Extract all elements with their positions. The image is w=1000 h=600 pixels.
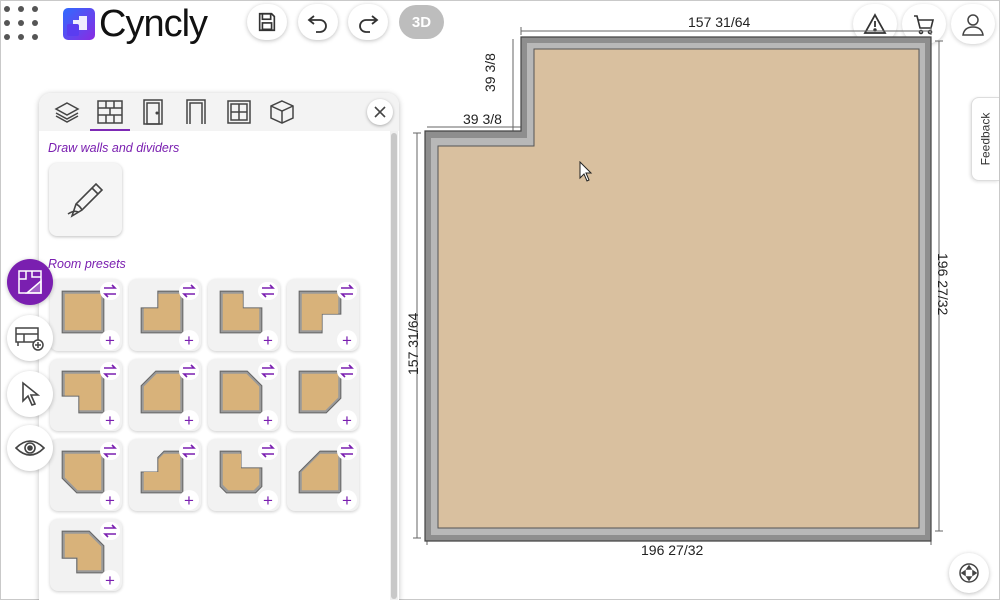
walls-panel: Draw walls and dividers Room presets + + +… xyxy=(39,93,399,600)
swap-icon[interactable] xyxy=(337,282,357,300)
panel-scrollbar[interactable] xyxy=(390,131,398,600)
brand-logo: Cyncly xyxy=(63,2,208,45)
undo-button[interactable] xyxy=(298,4,338,40)
swap-icon[interactable] xyxy=(179,362,199,380)
brand-name: Cyncly xyxy=(99,2,208,45)
recenter-view-button[interactable] xyxy=(949,553,989,593)
apps-grid-icon[interactable] xyxy=(1,3,41,43)
dim-label-right: 196 27/32 xyxy=(935,253,951,316)
add-preset-icon[interactable]: + xyxy=(100,570,120,590)
add-preset-icon[interactable]: + xyxy=(258,490,278,510)
floor-plan-icon xyxy=(18,270,42,294)
layers-icon xyxy=(54,102,80,123)
room-preset-tile[interactable]: + xyxy=(287,359,359,431)
room-preset-tile[interactable]: + xyxy=(208,359,280,431)
redo-icon xyxy=(359,15,379,33)
add-preset-icon[interactable]: + xyxy=(179,490,199,510)
room-preset-tile[interactable]: + xyxy=(287,439,359,511)
select-tool-button[interactable] xyxy=(7,371,53,417)
swap-icon[interactable] xyxy=(100,362,120,380)
draw-walls-button[interactable] xyxy=(49,163,122,236)
furniture-add-icon xyxy=(15,327,44,351)
draw-walls-title: Draw walls and dividers xyxy=(48,141,180,155)
swap-icon[interactable] xyxy=(100,282,120,300)
room-preset-tile[interactable]: + xyxy=(129,359,201,431)
tab-doors[interactable] xyxy=(137,97,169,127)
room-preset-tile[interactable]: + xyxy=(208,279,280,351)
add-preset-icon[interactable]: + xyxy=(100,410,120,430)
floor-plan-tool-button[interactable] xyxy=(7,259,53,305)
add-preset-icon[interactable]: + xyxy=(258,410,278,430)
room-preset-tile[interactable]: + xyxy=(50,279,122,351)
tab-layers[interactable] xyxy=(51,97,83,127)
dim-label-left: 157 31/64 xyxy=(405,312,421,375)
select-cursor-icon xyxy=(22,381,40,406)
tab-openings[interactable] xyxy=(180,97,212,127)
swap-icon[interactable] xyxy=(100,442,120,460)
room-preset-tile[interactable]: + xyxy=(129,439,201,511)
app-window: Cyncly 3D Feedback 157 31/64 39 3/8 39 3… xyxy=(0,0,1000,600)
swap-icon[interactable] xyxy=(179,442,199,460)
brick-wall-icon xyxy=(97,100,123,124)
panel-close-button[interactable] xyxy=(367,99,393,125)
room-preset-tile[interactable]: + xyxy=(208,439,280,511)
add-preset-icon[interactable]: + xyxy=(337,490,357,510)
visibility-eye-icon xyxy=(15,440,45,456)
close-icon xyxy=(374,106,386,118)
panel-tab-bar xyxy=(39,93,399,131)
swap-icon[interactable] xyxy=(258,362,278,380)
add-preset-icon[interactable]: + xyxy=(258,330,278,350)
save-icon xyxy=(258,12,276,32)
swap-icon[interactable] xyxy=(179,282,199,300)
doorway-icon xyxy=(186,99,206,124)
redo-button[interactable] xyxy=(348,4,388,40)
recenter-icon xyxy=(959,563,979,583)
add-preset-icon[interactable]: + xyxy=(100,330,120,350)
undo-icon xyxy=(307,15,327,33)
furniture-tool-button[interactable] xyxy=(7,315,53,361)
door-icon xyxy=(143,99,163,125)
tab-walls[interactable] xyxy=(90,97,130,131)
swap-icon[interactable] xyxy=(100,522,120,540)
room-preset-tile[interactable]: + xyxy=(50,439,122,511)
floor-plan-canvas[interactable]: 157 31/64 39 3/8 39 3/8 157 31/64 196 27… xyxy=(401,1,976,600)
add-preset-icon[interactable]: + xyxy=(179,410,199,430)
dim-label-bottom: 196 27/32 xyxy=(641,542,704,558)
swap-icon[interactable] xyxy=(337,442,357,460)
add-preset-icon[interactable]: + xyxy=(100,490,120,510)
dim-label-notch-width: 39 3/8 xyxy=(463,111,502,127)
room-preset-tile[interactable]: + xyxy=(287,279,359,351)
panel-scrollbar-thumb[interactable] xyxy=(391,133,397,599)
mouse-pointer-icon xyxy=(579,161,593,182)
tab-objects[interactable] xyxy=(266,97,298,127)
save-button[interactable] xyxy=(247,4,287,40)
tab-windows[interactable] xyxy=(223,97,255,127)
dim-label-top: 157 31/64 xyxy=(688,14,751,30)
cube-icon xyxy=(270,100,294,124)
add-preset-icon[interactable]: + xyxy=(179,330,199,350)
visibility-tool-button[interactable] xyxy=(7,425,53,471)
add-preset-icon[interactable]: + xyxy=(337,330,357,350)
room-presets-title: Room presets xyxy=(48,257,126,271)
dim-label-notch-height: 39 3/8 xyxy=(482,53,498,92)
pencil-icon xyxy=(67,182,103,218)
feedback-label: Feedback xyxy=(978,112,993,166)
swap-icon[interactable] xyxy=(258,442,278,460)
room-preset-tile[interactable]: + xyxy=(50,519,122,591)
room-floor xyxy=(437,48,920,529)
swap-icon[interactable] xyxy=(258,282,278,300)
swap-icon[interactable] xyxy=(337,362,357,380)
add-preset-icon[interactable]: + xyxy=(337,410,357,430)
window-icon xyxy=(227,100,251,124)
room-preset-tile[interactable]: + xyxy=(129,279,201,351)
brand-logo-mark xyxy=(63,8,95,40)
room-preset-tile[interactable]: + xyxy=(50,359,122,431)
